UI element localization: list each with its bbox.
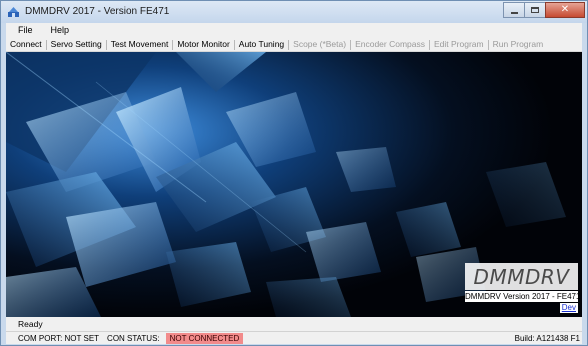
con-status-badge: NOT CONNECTED	[165, 332, 244, 344]
con-status-label: CON STATUS:	[107, 333, 160, 343]
menu-help[interactable]: Help	[42, 23, 79, 38]
com-port-status: COM PORT: NOT SET	[18, 333, 100, 343]
minimize-icon	[510, 11, 518, 14]
encoder-compass-button[interactable]: Encoder Compass	[351, 38, 429, 51]
brand-logo-panel: DMMDRV	[465, 263, 578, 290]
window-controls: ✕	[503, 2, 585, 19]
status-message: Ready	[6, 317, 582, 331]
motor-monitor-button[interactable]: Motor Monitor	[173, 38, 233, 51]
build-label: Build: A121438 F1	[514, 333, 580, 343]
run-program-button[interactable]: Run Program	[489, 38, 548, 51]
brand-logo: DMMDRV	[473, 264, 570, 289]
maximize-icon	[531, 7, 539, 13]
toolbar: Connect Servo Setting Test Movement Moto…	[6, 38, 582, 52]
version-label: DMMDRV Version 2017 - FE471	[465, 291, 581, 302]
maximize-button[interactable]	[524, 2, 546, 18]
edit-program-button[interactable]: Edit Program	[430, 38, 488, 51]
menu-file[interactable]: File	[6, 23, 42, 38]
test-movement-button[interactable]: Test Movement	[107, 38, 173, 51]
menu-bar: File Help	[6, 23, 582, 38]
title-bar[interactable]: DMMDRV 2017 - Version FE471 ✕	[1, 1, 587, 23]
scope-button[interactable]: Scope (*Beta)	[289, 38, 350, 51]
connect-button[interactable]: Connect	[6, 38, 46, 51]
servo-setting-button[interactable]: Servo Setting	[47, 38, 106, 51]
app-icon	[8, 7, 19, 17]
dev-link[interactable]: Dev	[559, 303, 578, 313]
app-window: DMMDRV 2017 - Version FE471 ✕ File Help …	[0, 0, 588, 346]
status-bar: COM PORT: NOT SET CON STATUS: NOT CONNEC…	[6, 331, 582, 344]
splash-canvas: DMMDRV DMMDRV Version 2017 - FE471 Dev	[6, 52, 582, 317]
close-button[interactable]: ✕	[545, 2, 585, 18]
close-icon: ✕	[560, 4, 570, 15]
window-title: DMMDRV 2017 - Version FE471	[25, 6, 170, 17]
minimize-button[interactable]	[503, 2, 525, 18]
auto-tuning-button[interactable]: Auto Tuning	[235, 38, 288, 51]
splash-brand: DMMDRV DMMDRV Version 2017 - FE471 Dev	[465, 263, 581, 313]
